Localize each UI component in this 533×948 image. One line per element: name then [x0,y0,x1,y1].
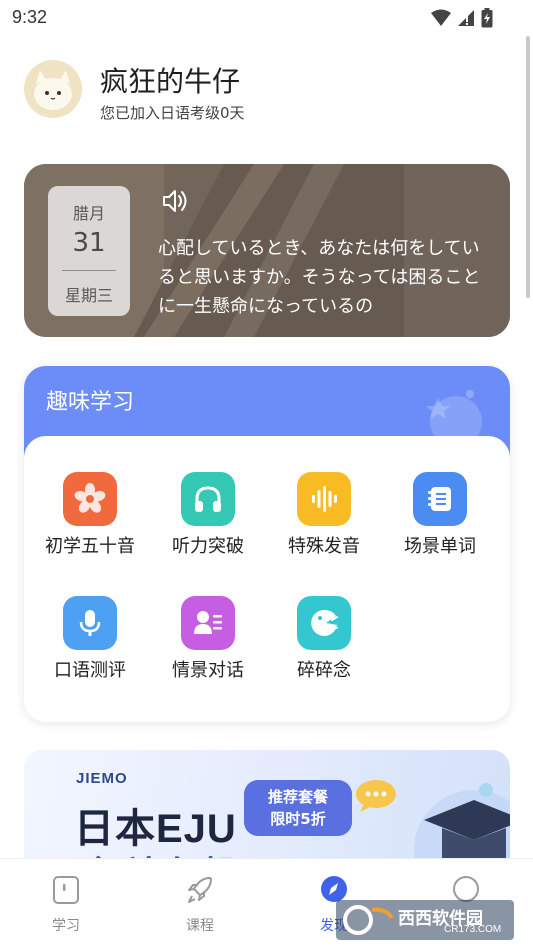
fun-learning-grid: 初学五十音 听力突破 特殊发音 场景单词 口语测评 情景对话 碎碎念 [24,436,510,722]
weekday: 星期三 [64,286,113,305]
rocket-icon [188,877,212,903]
feature-item-2[interactable]: 特殊发音 [266,472,382,572]
daily-sentence-card[interactable]: 腊月 31 星期三 心配しているとき、あなたは何をしていると思いますか。そうなっ… [24,164,510,337]
avatar-icon [24,60,82,118]
feature-label: 碎碎念 [297,660,351,681]
speaker-icon[interactable] [160,186,190,216]
date-box: 腊月 31 星期三 [48,186,130,316]
join-days-text: 您已加入日语考级0天 [100,104,245,122]
banner-brand: JIEMO [76,770,128,787]
daily-quote: 心配しているとき、あなたは何をしていると思いますか。そうなっては困ることに一生懸… [158,238,481,317]
scrollbar[interactable] [526,36,530,298]
date-divider [62,270,116,271]
status-icons [431,8,493,28]
status-time: 9:32 [12,7,48,27]
feature-item-5[interactable]: 情景对话 [150,596,266,696]
feature-label: 口语测评 [54,660,126,681]
fun-learning-card: 趣味学习 初学五十音 听力突破 特殊发音 场景单词 口语测评 情景对话 碎碎念 [24,366,510,722]
wifi-icon [431,9,451,26]
feature-item-3[interactable]: 场景单词 [382,472,498,572]
feature-label: 情景对话 [172,660,244,681]
watermark-logo-icon [343,905,394,935]
watermark-url: CR173.COM [444,924,502,935]
chat-face-icon [297,596,351,650]
book-icon [53,876,79,904]
day-number: 31 [72,228,106,258]
banner-tag-line2: 限时5折 [270,810,326,828]
profile-header: 疯狂的牛仔 您已加入日语考级0天 [24,60,504,122]
banner-tag-line1: 推荐套餐 [267,788,328,806]
soundwave-icon [297,472,351,526]
banner-tag: 推荐套餐 限时5折 [244,780,352,836]
notebook-icon [413,472,467,526]
fun-learning-title: 趣味学习 [46,390,135,415]
username: 疯狂的牛仔 [100,65,241,98]
chat-bubble-icon [356,780,396,812]
sakura-icon [63,472,117,526]
status-bar: 9:32 [0,0,533,36]
dialogue-icon [181,596,235,650]
feature-label: 场景单词 [404,536,476,557]
feature-label: 初学五十音 [45,536,135,557]
nav-label: 学习 [52,918,80,934]
feature-item-0[interactable]: 初学五十音 [32,472,148,572]
headphones-icon [181,472,235,526]
microphone-icon [63,596,117,650]
feature-item-4[interactable]: 口语测评 [32,596,148,696]
watermark: 西西软件园 CR173.COM [336,900,514,940]
signal-icon [458,10,474,26]
feature-item-6[interactable]: 碎碎念 [266,596,382,696]
feature-label: 特殊发音 [288,536,360,557]
lunar-month: 腊月 [72,204,105,223]
nav-item-study[interactable]: 学习 [26,859,106,948]
battery-icon [481,8,493,28]
nav-item-courses[interactable]: 课程 [160,859,240,948]
mascot-deco-icon [426,390,482,442]
feature-item-1[interactable]: 听力突破 [150,472,266,572]
nav-label: 课程 [186,918,214,934]
avatar[interactable] [24,60,82,118]
feature-label: 听力突破 [172,536,244,557]
